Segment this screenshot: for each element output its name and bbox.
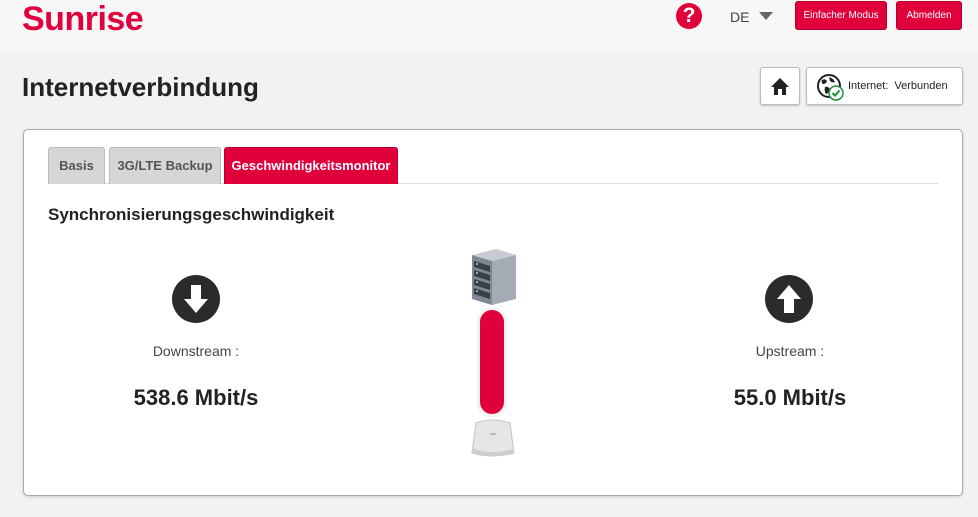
- connection-status-label: Internet:: [848, 80, 889, 92]
- tab-speed-monitor[interactable]: Geschwindigkeitsmonitor: [224, 147, 398, 184]
- arrow-up-circle-icon: [765, 275, 813, 323]
- router-device-icon: [471, 419, 515, 457]
- speed-monitor-panel: Basis 3G/LTE Backup Geschwindigkeitsmoni…: [23, 129, 963, 496]
- tab-basis[interactable]: Basis: [48, 147, 105, 184]
- home-button[interactable]: [760, 67, 800, 105]
- upstream-label: Upstream :: [755, 343, 825, 359]
- help-button[interactable]: ?: [676, 3, 702, 29]
- globe-check-icon: [817, 74, 844, 101]
- section-title: Synchronisierungsgeschwindigkeit: [48, 205, 335, 224]
- downstream-label: Downstream :: [152, 343, 240, 359]
- page-title: Internetverbindung: [22, 72, 259, 102]
- connection-status-value: Verbunden: [894, 80, 948, 92]
- downstream-value: 538.6 Mbit/s: [133, 385, 259, 410]
- connection-link-bar: [480, 310, 504, 414]
- arrow-down-circle-icon: [172, 275, 220, 323]
- sunrise-logo[interactable]: Sunrise: [22, 0, 144, 39]
- server-rack-icon: [472, 249, 516, 305]
- tab-bar: Basis 3G/LTE Backup Geschwindigkeitsmoni…: [48, 147, 938, 184]
- simple-mode-button[interactable]: Einfacher Modus: [795, 1, 887, 30]
- top-bar: Sunrise ? DE Einfacher Modus Abmelden: [0, 0, 978, 52]
- language-value: DE: [730, 9, 750, 25]
- home-icon: [771, 78, 789, 95]
- upstream-value: 55.0 Mbit/s: [733, 385, 847, 410]
- caret-down-icon: [759, 12, 774, 21]
- connection-status-button[interactable]: Internet: Verbunden: [806, 67, 963, 105]
- language-selector[interactable]: DE: [730, 9, 774, 25]
- tab-3g-lte-backup[interactable]: 3G/LTE Backup: [109, 147, 221, 184]
- logout-button[interactable]: Abmelden: [896, 1, 962, 30]
- connection-status-text: Internet: Verbunden: [848, 80, 948, 92]
